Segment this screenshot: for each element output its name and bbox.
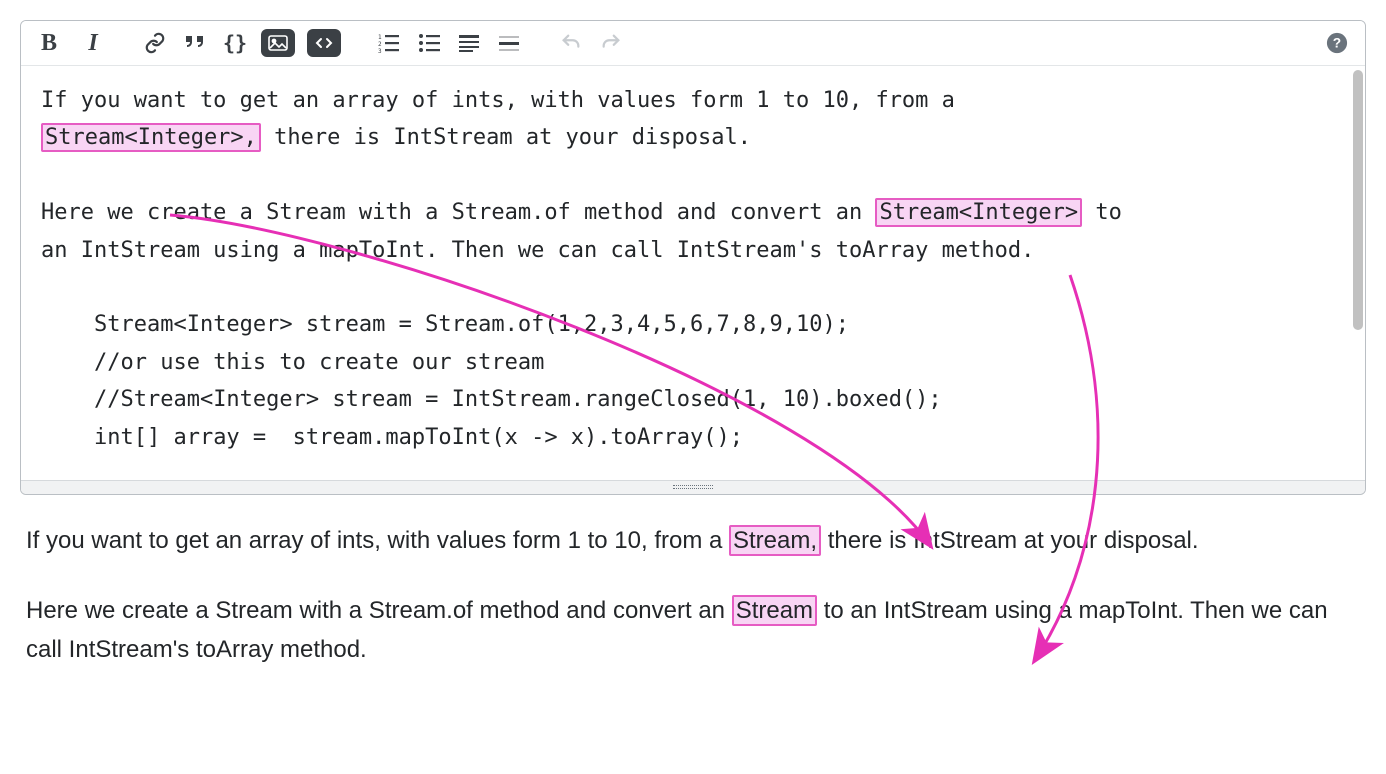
preview-paragraph: If you want to get an array of ints, wit… (26, 521, 1360, 561)
link-icon (144, 32, 166, 54)
bold-button[interactable]: B (35, 29, 63, 57)
editor-text-line: an IntStream using a mapToInt. Then we c… (41, 238, 1034, 263)
ordered-list-button[interactable]: 123 (375, 29, 403, 57)
heading-icon (459, 33, 479, 53)
editor-textarea[interactable]: If you want to get an array of ints, wit… (21, 66, 1351, 480)
help-button[interactable]: ? (1323, 29, 1351, 57)
editor-code-line: Stream<Integer> stream = Stream.of(1,2,3… (41, 312, 849, 337)
italic-button[interactable]: I (79, 29, 107, 57)
scrollbar-thumb[interactable] (1353, 70, 1363, 330)
editor-code-line: //Stream<Integer> stream = IntStream.ran… (41, 387, 942, 412)
toolbar-group-list: 123 (375, 29, 553, 57)
undo-icon (560, 32, 582, 54)
preview-text: If you want to get an array of ints, wit… (26, 527, 729, 554)
resize-grip-icon (673, 484, 713, 490)
page-root: B I {} 123 (0, 0, 1386, 730)
ordered-list-icon: 123 (378, 33, 400, 53)
preview-text: Here we create a Stream with a Stream.of… (26, 597, 732, 624)
svg-text:?: ? (1333, 36, 1341, 51)
quote-icon (183, 33, 207, 53)
preview-highlight-2: Stream (732, 595, 817, 626)
heading-button[interactable] (455, 29, 483, 57)
editor-code-line: int[] array = stream.mapToInt(x -> x).to… (41, 425, 743, 450)
preview-pane: If you want to get an array of ints, wit… (20, 495, 1366, 710)
link-button[interactable] (141, 29, 169, 57)
undo-button[interactable] (557, 29, 585, 57)
code-button[interactable]: {} (221, 29, 249, 57)
hr-button[interactable] (495, 29, 523, 57)
svg-text:1: 1 (378, 34, 382, 41)
snippet-icon (314, 35, 334, 51)
redo-button[interactable] (597, 29, 625, 57)
quote-button[interactable] (181, 29, 209, 57)
toolbar-group-history (557, 29, 655, 57)
unordered-list-icon (418, 33, 440, 53)
editor-toolbar: B I {} 123 (21, 21, 1365, 66)
editor-highlight-2: Stream<Integer> (875, 198, 1082, 227)
editor-text-line: to (1082, 200, 1122, 225)
editor-resize-handle[interactable] (21, 480, 1365, 494)
preview-highlight-1: Stream, (729, 525, 821, 556)
hr-icon (499, 33, 519, 53)
redo-icon (600, 32, 622, 54)
editor-highlight-1: Stream<Integer>, (41, 123, 261, 152)
editor-container: B I {} 123 (20, 20, 1366, 495)
svg-text:2: 2 (378, 41, 382, 48)
unordered-list-button[interactable] (415, 29, 443, 57)
editor-text-line: there is IntStream at your disposal. (261, 125, 751, 150)
preview-paragraph: Here we create a Stream with a Stream.of… (26, 591, 1360, 670)
editor-body: If you want to get an array of ints, wit… (21, 66, 1365, 480)
toolbar-group-text: B I (35, 29, 137, 57)
image-button[interactable] (261, 29, 295, 57)
toolbar-group-insert: {} (141, 29, 371, 57)
editor-scrollbar[interactable] (1351, 66, 1365, 480)
image-icon (268, 35, 288, 51)
editor-code-line: //or use this to create our stream (41, 350, 544, 375)
help-icon: ? (1326, 32, 1348, 54)
preview-text: there is IntStream at your disposal. (821, 527, 1199, 554)
snippet-button[interactable] (307, 29, 341, 57)
editor-text-line: Here we create a Stream with a Stream.of… (41, 200, 875, 225)
svg-text:3: 3 (378, 48, 382, 53)
editor-text-line: If you want to get an array of ints, wit… (41, 88, 955, 113)
